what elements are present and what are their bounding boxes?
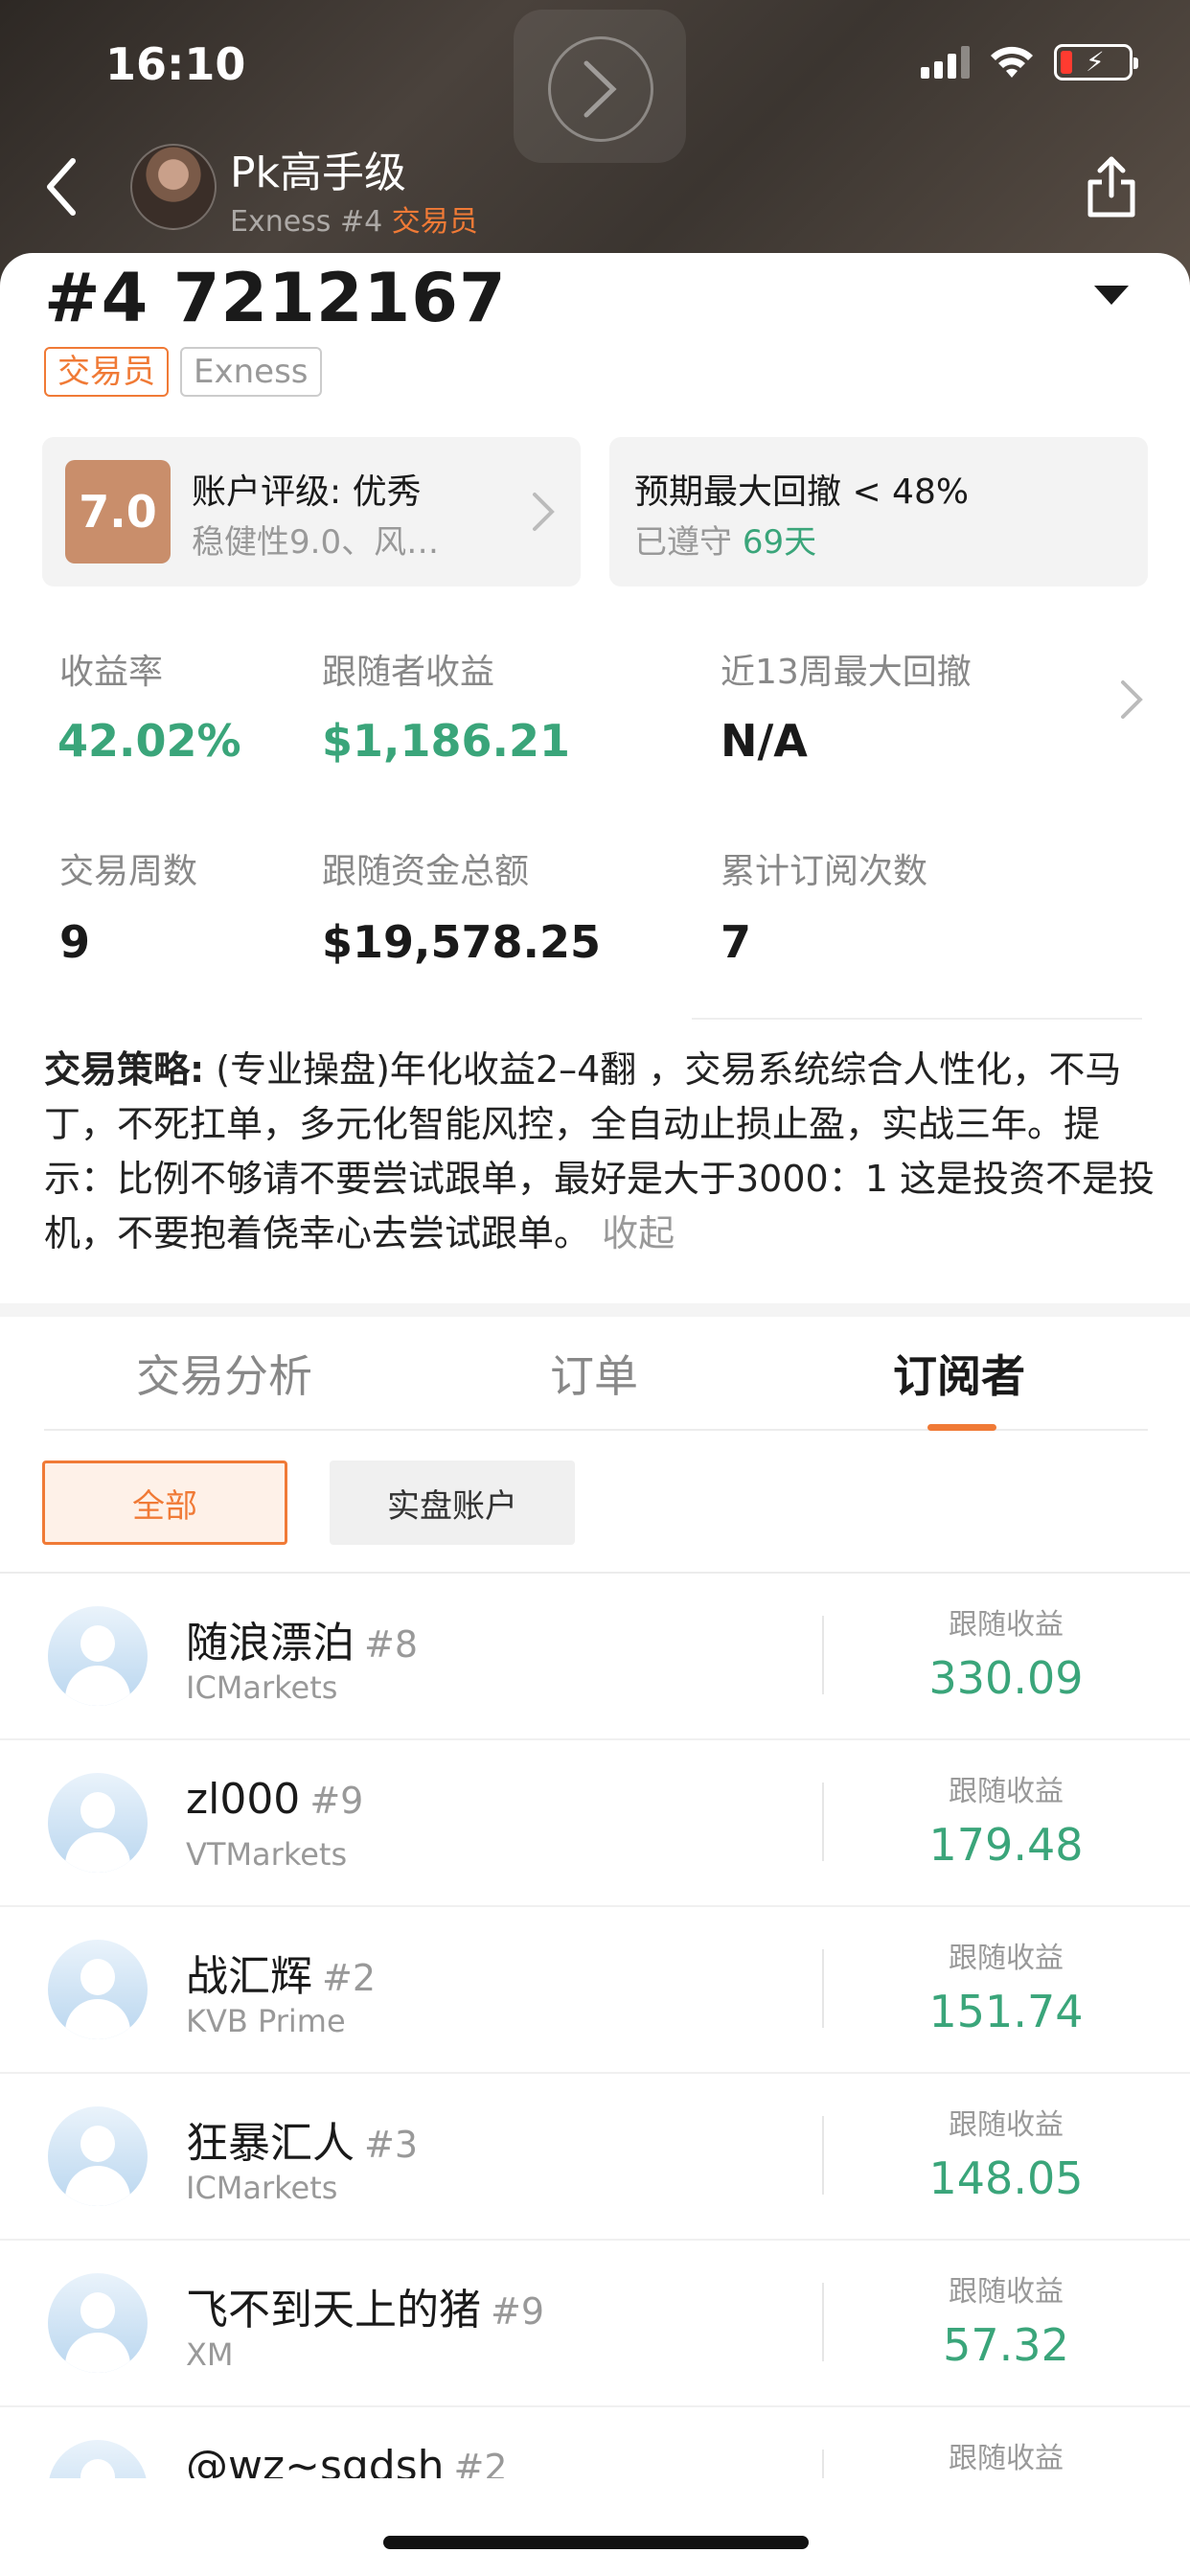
- vertical-divider: [822, 1949, 824, 2028]
- default-avatar-icon: [48, 2273, 148, 2373]
- rating-score: 7.0: [65, 460, 171, 564]
- follower-profit-value: $1,186.21: [322, 715, 570, 767]
- weeks-value: 9: [59, 916, 91, 968]
- subscriber-broker: ICMarkets: [186, 1669, 338, 1706]
- strategy-label: 交易策略:: [44, 1048, 205, 1091]
- default-avatar-icon: [48, 2106, 148, 2206]
- profit-label: 跟随收益: [949, 1775, 1064, 1808]
- collapse-link[interactable]: 收起: [602, 1212, 675, 1254]
- status-icons: ⚡: [921, 44, 1138, 80]
- tab-orders[interactable]: 订单: [550, 1342, 638, 1405]
- profit-label: 跟随收益: [949, 1608, 1064, 1642]
- rating-title: 账户评级: 优秀: [192, 472, 422, 512]
- subscriber-broker: ICMarkets: [186, 2170, 338, 2206]
- drawdown13-label: 近13周最大回撤: [721, 653, 972, 692]
- vertical-divider: [822, 1616, 824, 1694]
- chevron-right-icon[interactable]: [1119, 678, 1144, 721]
- return-rate-label: 收益率: [59, 653, 164, 692]
- default-avatar-icon: [48, 1606, 148, 1706]
- subscriptions-value: 7: [721, 916, 752, 968]
- account-rating-card[interactable]: 7.0 账户评级: 优秀 稳健性9.0、风…: [42, 437, 581, 586]
- bottom-safe-area: [0, 2478, 1190, 2576]
- subscriber-rank: #8: [364, 1623, 419, 1666]
- default-avatar-icon: [48, 1773, 148, 1873]
- strategy-body: (专业操盘)年化收益2–4翻 ，交易系统综合人性化，不马丁，不死扛单，多元化智能…: [44, 1048, 1155, 1254]
- chevron-right-icon: [533, 493, 555, 531]
- divider: [692, 1018, 1142, 1020]
- back-arrow-icon[interactable]: [38, 153, 86, 220]
- profit-label: 跟随收益: [949, 2442, 1064, 2475]
- status-time: 16:10: [105, 38, 246, 90]
- subscriptions-label: 累计订阅次数: [721, 852, 928, 891]
- trader-broker: Exness #4: [230, 205, 383, 239]
- profit-value: 57.32: [943, 2319, 1069, 2371]
- trader-avatar[interactable]: [130, 144, 217, 230]
- subscriber-name: 随浪漂泊 #8: [186, 1619, 419, 1668]
- subscriber-name: 战汇辉 #2: [186, 1952, 377, 2001]
- tab-trade-analysis[interactable]: 交易分析: [136, 1342, 312, 1405]
- filter-live-account-button[interactable]: 实盘账户: [330, 1460, 575, 1545]
- floating-next-button[interactable]: [514, 10, 686, 163]
- subscriber-row[interactable]: 狂暴汇人 #3 ICMarkets 跟随收益 148.05: [0, 2074, 1190, 2241]
- profit-value: 179.48: [928, 1819, 1084, 1871]
- vertical-divider: [822, 2283, 824, 2361]
- tag-trader: 交易员: [44, 347, 169, 397]
- subscriber-name: 狂暴汇人 #3: [186, 2119, 419, 2168]
- subscriber-row[interactable]: 战汇辉 #2 KVB Prime 跟随收益 151.74: [0, 1907, 1190, 2074]
- tag-broker: Exness: [180, 347, 322, 397]
- subscriber-broker: KVB Prime: [186, 2003, 346, 2039]
- share-icon[interactable]: [1083, 153, 1140, 220]
- subscriber-name: zl000 #9: [186, 1775, 364, 1824]
- rating-subtitle: 稳健性9.0、风…: [192, 523, 440, 562]
- default-avatar-icon: [48, 1940, 148, 2039]
- account-number: #4 7212167: [44, 259, 507, 337]
- drawdown-title: 预期最大回撤 < 48%: [634, 472, 970, 512]
- battery-icon: ⚡: [1054, 44, 1138, 80]
- profit-value: 148.05: [928, 2152, 1084, 2204]
- dropdown-caret-icon[interactable]: [1094, 286, 1129, 305]
- return-rate-value: 42.02%: [57, 715, 241, 767]
- subscriber-rank: #9: [491, 2290, 545, 2333]
- drawdown-compliance: 已遵守 69天: [634, 516, 816, 563]
- subscriber-row[interactable]: zl000 #9 VTMarkets 跟随收益 179.48: [0, 1740, 1190, 1907]
- compliance-prefix: 已遵守: [634, 523, 743, 562]
- subscriber-row[interactable]: 飞不到天上的猪 #9 XM 跟随收益 57.32: [0, 2241, 1190, 2407]
- subscriber-rank: #9: [309, 1780, 364, 1822]
- profit-value: 330.09: [928, 1652, 1084, 1704]
- follow-funds-value: $19,578.25: [322, 916, 602, 968]
- vertical-divider: [822, 2116, 824, 2195]
- subscriber-rank: #2: [322, 1957, 377, 1999]
- drawdown13-value: N/A: [721, 715, 808, 767]
- follow-funds-label: 跟随资金总额: [322, 852, 530, 891]
- section-gap: [0, 1303, 1190, 1317]
- filter-all-button[interactable]: 全部: [42, 1460, 287, 1545]
- account-tags: 交易员 Exness: [44, 347, 322, 397]
- trader-role: 交易员: [391, 205, 478, 239]
- follower-profit-label: 跟随者收益: [322, 653, 495, 692]
- wifi-icon: [991, 46, 1033, 78]
- subscriber-rank: #3: [364, 2124, 419, 2166]
- subscriber-broker: XM: [186, 2336, 234, 2373]
- strategy-text: 交易策略: (专业操盘)年化收益2–4翻 ，交易系统综合人性化，不马丁，不死扛单…: [44, 1043, 1156, 1261]
- home-indicator[interactable]: [383, 2536, 809, 2549]
- max-drawdown-card: 预期最大回撤 < 48% 已遵守 69天: [609, 437, 1148, 586]
- profit-label: 跟随收益: [949, 2275, 1064, 2309]
- compliance-days: 69天: [742, 523, 817, 562]
- trader-subtitle: Exness #4 交易员: [230, 197, 478, 240]
- vertical-divider: [822, 1782, 824, 1861]
- weeks-label: 交易周数: [59, 852, 198, 891]
- chevron-right-icon: [584, 60, 617, 118]
- trader-name: Pk高手级: [230, 149, 407, 197]
- subscriber-broker: VTMarkets: [186, 1836, 348, 1873]
- subscriber-name: 飞不到天上的猪 #9: [186, 2286, 545, 2334]
- active-tab-indicator: [927, 1424, 996, 1431]
- subscriber-row[interactable]: 随浪漂泊 #8 ICMarkets 跟随收益 330.09: [0, 1574, 1190, 1740]
- profit-label: 跟随收益: [949, 1942, 1064, 1975]
- profit-label: 跟随收益: [949, 2108, 1064, 2142]
- tab-subscribers[interactable]: 订阅者: [893, 1342, 1025, 1405]
- cellular-signal-icon: [921, 46, 970, 79]
- profit-value: 151.74: [928, 1986, 1084, 2037]
